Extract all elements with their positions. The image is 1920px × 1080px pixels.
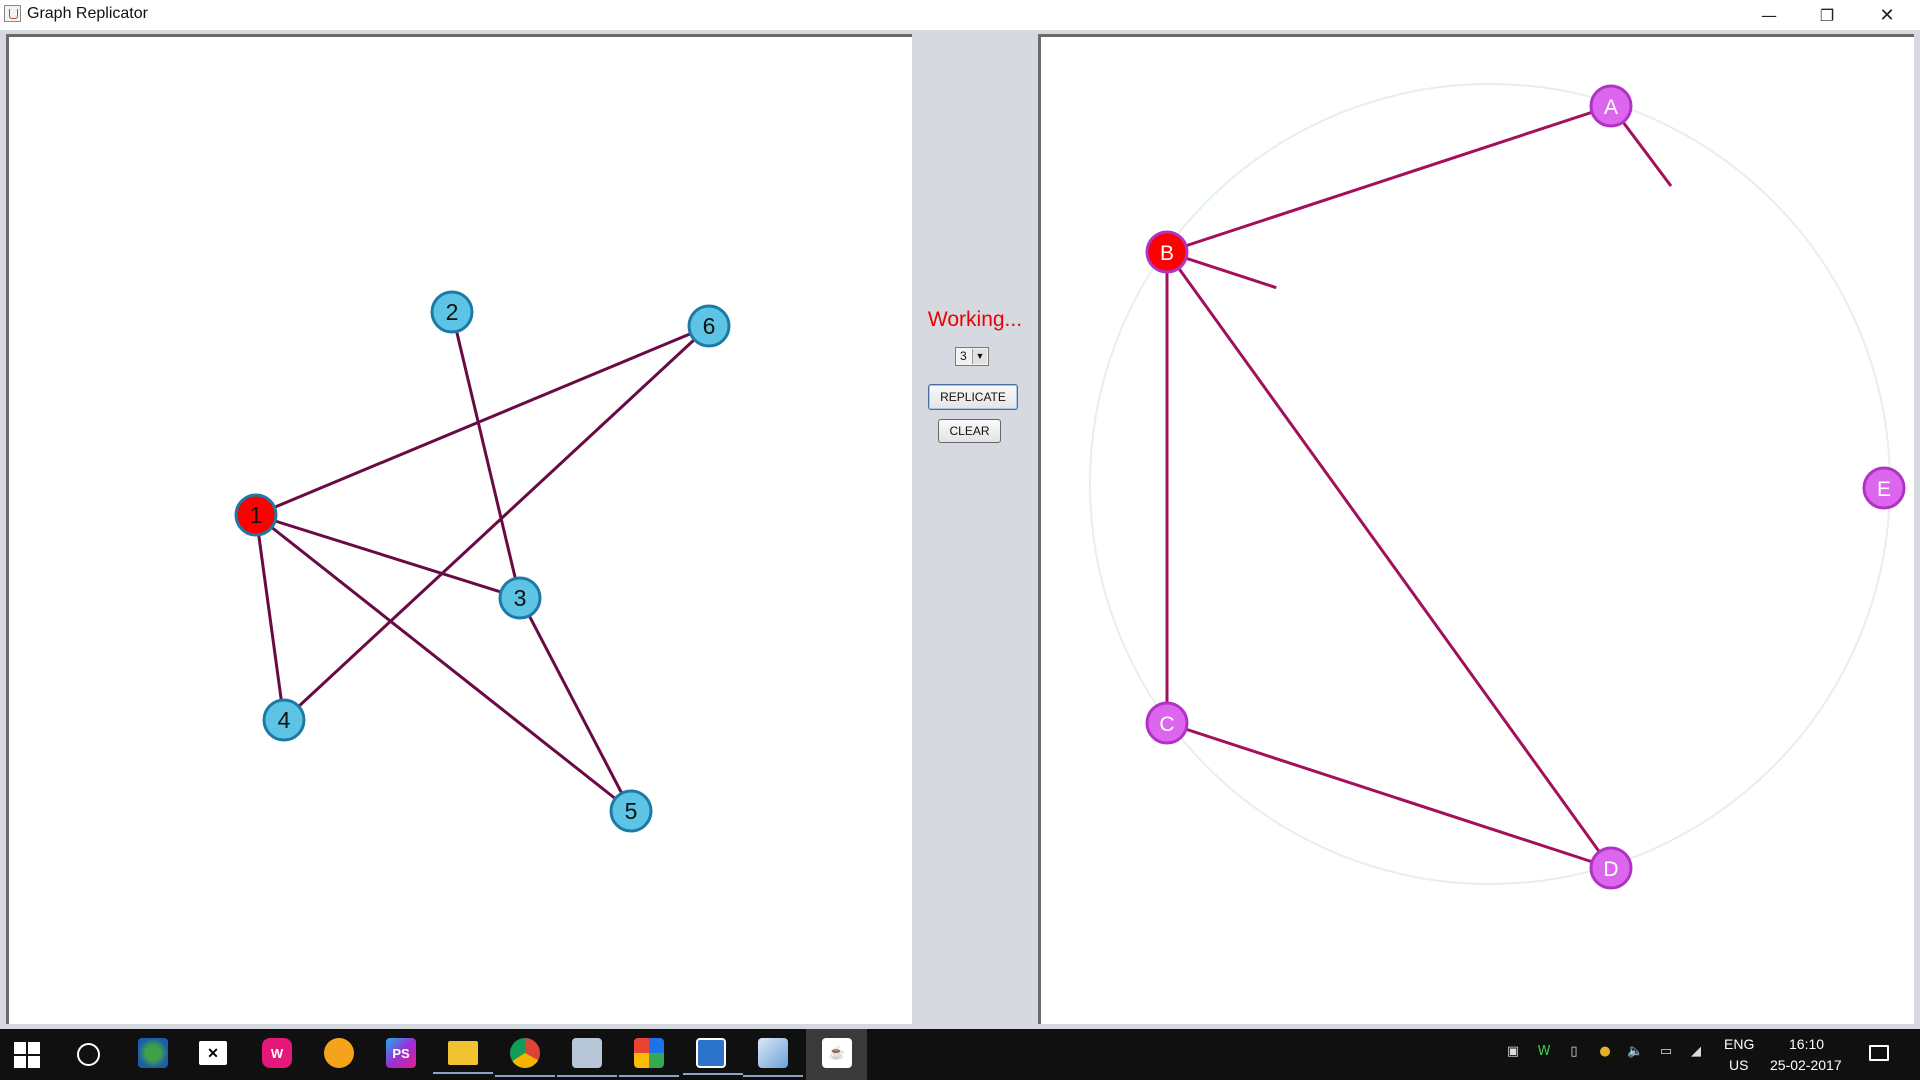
java-task-active[interactable]: ☕ [806,1029,867,1080]
virtualbox-icon[interactable] [743,1038,803,1077]
title-bar: Graph Replicator — ❐ ✕ [0,0,1920,30]
node-label: 3 [514,585,527,611]
edge-1-6 [255,324,710,517]
window-title: Graph Replicator [27,5,148,22]
language-region[interactable]: US [1729,1057,1748,1073]
wifi-icon[interactable]: ◢ [1688,1043,1704,1061]
node-label: E [1877,478,1891,501]
replica-graph-svg[interactable]: A B C D E [1041,37,1914,1024]
clock-date[interactable]: 25-02-2017 [1770,1057,1842,1073]
edge-1-4 [254,514,286,721]
minimize-icon: — [1761,5,1777,25]
network-globe-app-icon[interactable] [138,1038,168,1068]
depth-select[interactable]: 3 ▼ [955,347,989,366]
chrome-tray-icon[interactable]: ● [1597,1043,1613,1061]
screen-app-icon[interactable] [683,1038,743,1075]
control-strip: Working... 3 ▼ REPLICATE CLEAR [912,34,1038,1024]
source-graph-canvas[interactable]: 1 2 3 4 5 6 [6,34,912,1024]
depth-select-value: 3 [960,349,967,363]
restore-icon: ❐ [1819,5,1835,25]
battery-icon[interactable]: ▭ [1658,1043,1674,1061]
node-E[interactable]: E [1862,466,1906,510]
minimize-button[interactable]: — [1740,0,1798,30]
edge-A-B [1166,104,1612,254]
source-graph-svg[interactable]: 1 2 3 4 5 6 [9,37,912,1024]
start-icon[interactable] [14,1042,40,1068]
node-label: C [1159,713,1174,736]
circle-app-icon[interactable] [324,1038,354,1068]
language-indicator[interactable]: ENG [1724,1036,1754,1052]
monitor-tray-icon[interactable]: ▣ [1505,1043,1521,1061]
node-label: 1 [250,502,263,528]
node-label: 2 [446,299,459,325]
node-4[interactable]: 4 [262,698,306,742]
dropdown-arrow-icon[interactable]: ▼ [972,349,987,364]
wamp-icon[interactable]: W [262,1038,292,1068]
replica-graph-canvas[interactable]: A B C D E [1038,34,1914,1024]
node-label: A [1604,96,1618,119]
file-explorer-icon[interactable] [433,1041,493,1074]
node-6[interactable]: 6 [687,304,731,348]
status-text: Working... [927,308,1023,331]
close-icon: ✕ [1879,4,1895,26]
clear-button[interactable]: CLEAR [938,419,1001,443]
wamp-tray-icon[interactable]: W [1536,1043,1552,1061]
replicate-button[interactable]: REPLICATE [928,384,1018,410]
node-D[interactable]: D [1589,846,1633,890]
node-3[interactable]: 3 [498,576,542,620]
node-2[interactable]: 2 [430,290,474,334]
xampp-icon[interactable]: ✕ [199,1041,227,1065]
restore-button[interactable]: ❐ [1798,0,1856,30]
close-button[interactable]: ✕ [1858,0,1916,30]
taskbar: ✕ W PS ☕ ▣ W ▯ ● 🔈 ▭ ◢ ENG US 16:10 25-0… [0,1029,1920,1080]
windows-store-icon[interactable] [619,1038,679,1077]
node-C[interactable]: C [1145,701,1189,745]
volume-icon[interactable]: 🔈 [1627,1043,1643,1061]
phpstorm-icon[interactable]: PS [386,1038,416,1068]
layout-guide-circle [1089,83,1891,885]
edge-4-6 [282,324,711,722]
node-B[interactable]: B [1145,230,1189,274]
node-5[interactable]: 5 [609,789,653,833]
node-label: 5 [625,798,638,824]
java-app-icon [4,5,21,22]
photos-icon[interactable] [557,1038,617,1077]
cortana-icon[interactable] [77,1043,100,1066]
phpstorm-label: PS [392,1045,410,1061]
usb-tray-icon[interactable]: ▯ [1566,1043,1582,1061]
node-label: 4 [278,707,291,733]
edge-3-5 [518,597,633,812]
node-A[interactable]: A [1589,84,1633,128]
java-icon[interactable]: ☕ [822,1038,852,1068]
notification-center-icon[interactable] [1869,1045,1889,1061]
clock-time[interactable]: 16:10 [1789,1036,1824,1052]
chrome-icon[interactable] [495,1038,555,1077]
edge-1-3 [255,513,521,600]
edge-C-D [1166,721,1612,870]
node-label: D [1603,858,1618,881]
edge-1-5 [255,513,632,813]
edge-B-D [1165,251,1613,869]
node-label: B [1160,242,1174,265]
node-1[interactable]: 1 [234,493,278,537]
node-label: 6 [703,313,716,339]
